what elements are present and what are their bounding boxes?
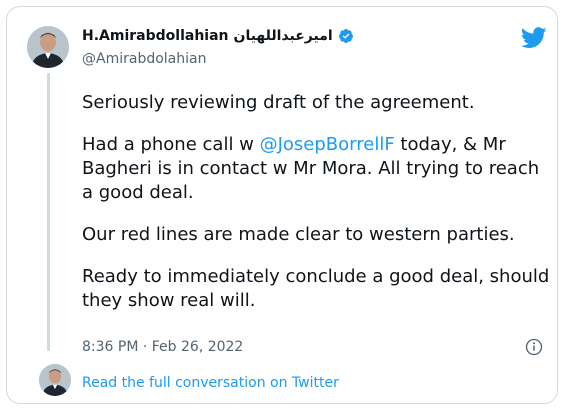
author-display-name-fa[interactable]: امیرعبداللهیان xyxy=(234,28,333,44)
read-full-conversation-link[interactable]: Read the full conversation on Twitter xyxy=(82,375,339,391)
mention-link[interactable]: @JosepBorrellF xyxy=(260,134,395,155)
author-name-row[interactable]: H.Amirabdollahian امیرعبداللهیان xyxy=(82,28,354,44)
author-handle[interactable]: @Amirabdolahian xyxy=(82,51,206,67)
tweet-body: Seriously reviewing draft of the agreeme… xyxy=(82,91,552,331)
tweet-text-segment: Had a phone call w xyxy=(82,134,260,155)
author-display-name[interactable]: H.Amirabdollahian xyxy=(82,28,229,44)
tweet-timestamp[interactable]: 8:36 PM · Feb 26, 2022 xyxy=(82,339,243,355)
tweet-paragraph: Our red lines are made clear to western … xyxy=(82,224,515,245)
verified-badge-icon xyxy=(338,29,353,43)
author-avatar[interactable] xyxy=(27,26,69,68)
embedded-tweet-card: H.Amirabdollahian امیرعبداللهیان @Amirab… xyxy=(6,6,558,404)
tweet-paragraph: Had a phone call w @JosepBorrellF today,… xyxy=(82,133,552,205)
avatar-image xyxy=(39,364,71,396)
twitter-bird-icon[interactable] xyxy=(521,27,547,49)
avatar-image xyxy=(27,26,69,68)
tweet-paragraph: Seriously reviewing draft of the agreeme… xyxy=(82,92,475,113)
thread-line xyxy=(47,73,50,351)
tweet-paragraph: Ready to immediately conclude a good dea… xyxy=(82,266,550,311)
reply-avatar[interactable] xyxy=(39,364,71,396)
info-icon[interactable] xyxy=(525,338,543,356)
